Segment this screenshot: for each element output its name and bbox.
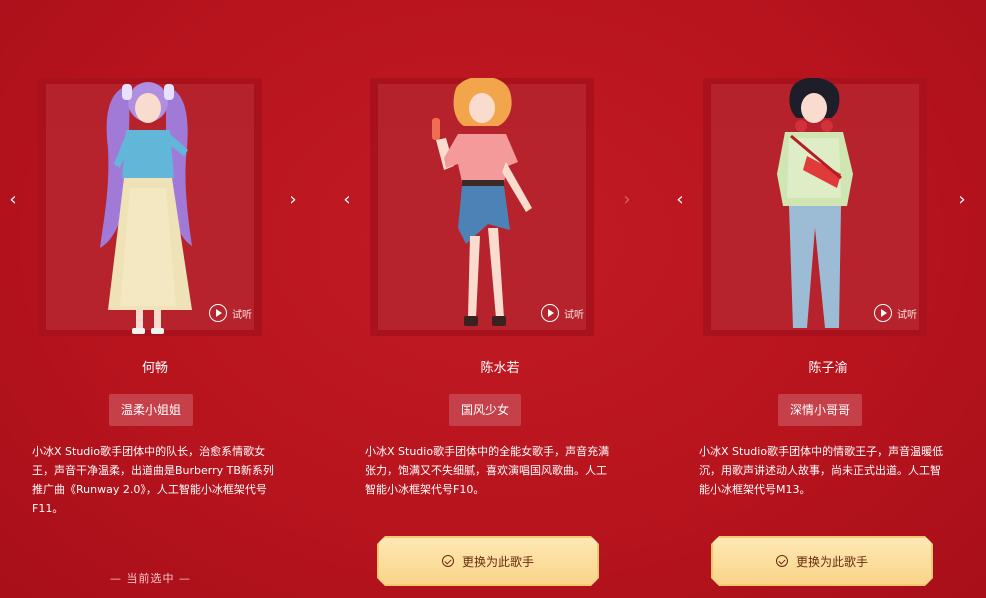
- singer-card-2: 试听 ‹ › 陈水若 国风少女 小冰X Studio歌手团体中的全能女歌手，声音…: [330, 0, 660, 598]
- listen-button[interactable]: 试听: [541, 302, 584, 324]
- singer-portrait-panel: 试听: [703, 78, 927, 336]
- singer-tag: 深情小哥哥: [778, 394, 863, 426]
- singer-illustration: [100, 82, 192, 334]
- chevron-right-icon: ›: [289, 189, 297, 210]
- next-arrow[interactable]: ›: [955, 190, 969, 210]
- singer-card-3: 试听 ‹ › 陈子渝 深情小哥哥 小冰X Studio歌手团体中的情歌王子，声音…: [663, 0, 986, 598]
- chevron-right-icon: ›: [623, 189, 631, 210]
- prev-arrow[interactable]: ‹: [340, 190, 354, 210]
- current-selected-label: — 当前选中 —: [110, 572, 191, 585]
- singer-portrait-panel: 试听: [370, 78, 594, 336]
- play-icon: [541, 304, 559, 322]
- chevron-right-icon: ›: [958, 189, 966, 210]
- check-circle-icon: [776, 555, 788, 567]
- chevron-left-icon: ‹: [9, 189, 17, 210]
- prev-arrow[interactable]: ‹: [6, 190, 20, 210]
- swap-singer-button[interactable]: 更换为此歌手: [377, 536, 599, 586]
- singer-name: 陈子渝: [808, 361, 848, 376]
- play-icon: [209, 304, 227, 322]
- next-arrow[interactable]: ›: [620, 190, 634, 210]
- listen-label: 试听: [232, 309, 252, 321]
- listen-label: 试听: [564, 309, 584, 321]
- singer-description: 小冰X Studio歌手团体中的全能女歌手，声音充满张力，饱满又不失细腻，喜欢演…: [365, 445, 610, 496]
- singer-illustration: [432, 78, 532, 326]
- singer-description: 小冰X Studio歌手团体中的情歌王子，声音温暖低沉，用歌声讲述动人故事，尚未…: [699, 445, 944, 496]
- swap-singer-label: 更换为此歌手: [795, 554, 868, 569]
- listen-button[interactable]: 试听: [874, 302, 917, 324]
- swap-singer-button[interactable]: 更换为此歌手: [711, 536, 933, 586]
- singer-illustration: [777, 78, 853, 328]
- next-arrow[interactable]: ›: [286, 190, 300, 210]
- swap-singer-label: 更换为此歌手: [461, 554, 534, 569]
- singer-name: 陈水若: [480, 361, 520, 376]
- play-icon: [874, 304, 892, 322]
- prev-arrow[interactable]: ‹: [673, 190, 687, 210]
- chevron-left-icon: ‹: [676, 189, 684, 210]
- singer-description: 小冰X Studio歌手团体中的队长，治愈系情歌女王，声音干净温柔，出道曲是Bu…: [32, 445, 274, 515]
- chevron-left-icon: ‹: [343, 189, 351, 210]
- singer-name: 何畅: [141, 361, 168, 376]
- listen-button[interactable]: 试听: [209, 302, 252, 324]
- singer-tag: 温柔小姐姐: [109, 394, 194, 426]
- singer-tag: 国风少女: [449, 394, 522, 426]
- check-circle-icon: [442, 555, 454, 567]
- listen-label: 试听: [897, 309, 917, 321]
- singer-card-1: 试听 ‹ › 何畅 温柔小姐姐 小冰X Studio歌手团体中的队长，治愈系情歌…: [0, 0, 330, 598]
- singer-portrait-panel: 试听: [38, 78, 262, 336]
